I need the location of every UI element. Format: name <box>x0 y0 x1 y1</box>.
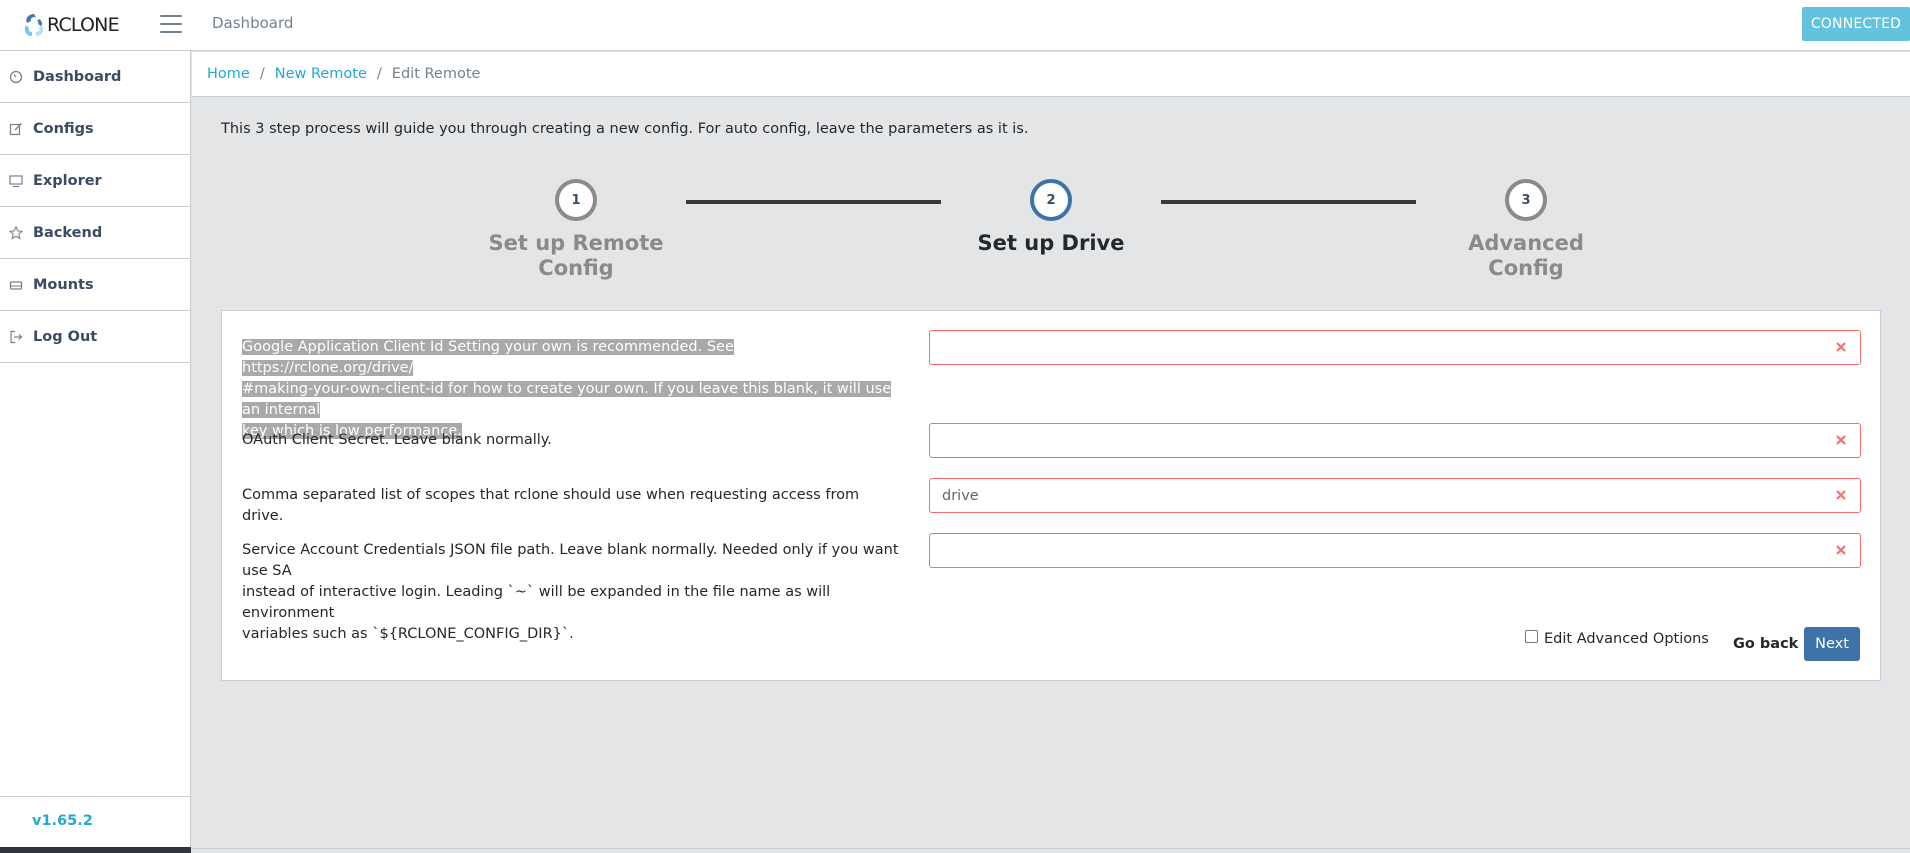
sidebar-item-log-out[interactable]: Log Out <box>0 311 190 363</box>
step-1-label: Set up Remote Config <box>488 231 664 280</box>
scope-input[interactable] <box>930 479 1860 512</box>
client-secret-label: OAuth Client Secret. Leave blank normall… <box>242 432 552 448</box>
step-2-circle[interactable]: 2 <box>1030 179 1072 221</box>
step-progress: 1 2 3 Set up Remote Config Set up Drive … <box>0 0 1910 300</box>
clear-icon[interactable] <box>1832 486 1850 504</box>
scope-field[interactable] <box>929 478 1861 513</box>
step-3-label: Advanced Config <box>1468 231 1584 280</box>
next-button[interactable]: Next <box>1804 627 1860 661</box>
step-3-circle[interactable]: 3 <box>1505 179 1547 221</box>
step-2-label: Set up Drive <box>977 231 1125 255</box>
client-id-label: Google Application Client Id Setting you… <box>242 339 892 439</box>
footer-divider <box>192 848 1910 849</box>
client-secret-input[interactable] <box>930 424 1860 457</box>
client-id-input[interactable] <box>930 331 1860 364</box>
service-account-file-input[interactable] <box>930 534 1860 567</box>
app-version[interactable]: v1.65.2 <box>32 813 93 829</box>
step-1-circle[interactable]: 1 <box>555 179 597 221</box>
edit-advanced-options-checkbox[interactable]: Edit Advanced Options <box>1525 629 1709 647</box>
go-back-button[interactable]: Go back <box>1721 627 1810 661</box>
drive-config-form: Google Application Client Id Setting you… <box>221 310 1881 681</box>
logout-icon <box>9 330 23 344</box>
clear-icon[interactable] <box>1832 338 1850 356</box>
step-connector <box>686 200 941 204</box>
edit-advanced-options-label: Edit Advanced Options <box>1544 631 1709 647</box>
sidebar-item-label: Log Out <box>33 328 98 345</box>
client-id-field[interactable] <box>929 330 1861 365</box>
clear-icon[interactable] <box>1832 541 1850 559</box>
sidebar-bottom-strip <box>0 847 191 853</box>
client-secret-field[interactable] <box>929 423 1861 458</box>
sidebar-footer: v1.65.2 <box>0 796 190 853</box>
step-connector <box>1161 200 1416 204</box>
clear-icon[interactable] <box>1832 431 1850 449</box>
scope-label: Comma separated list of scopes that rclo… <box>242 487 860 524</box>
checkbox-icon[interactable] <box>1525 629 1538 643</box>
service-account-file-label: Service Account Credentials JSON file pa… <box>242 542 899 642</box>
service-account-file-field[interactable] <box>929 533 1861 568</box>
